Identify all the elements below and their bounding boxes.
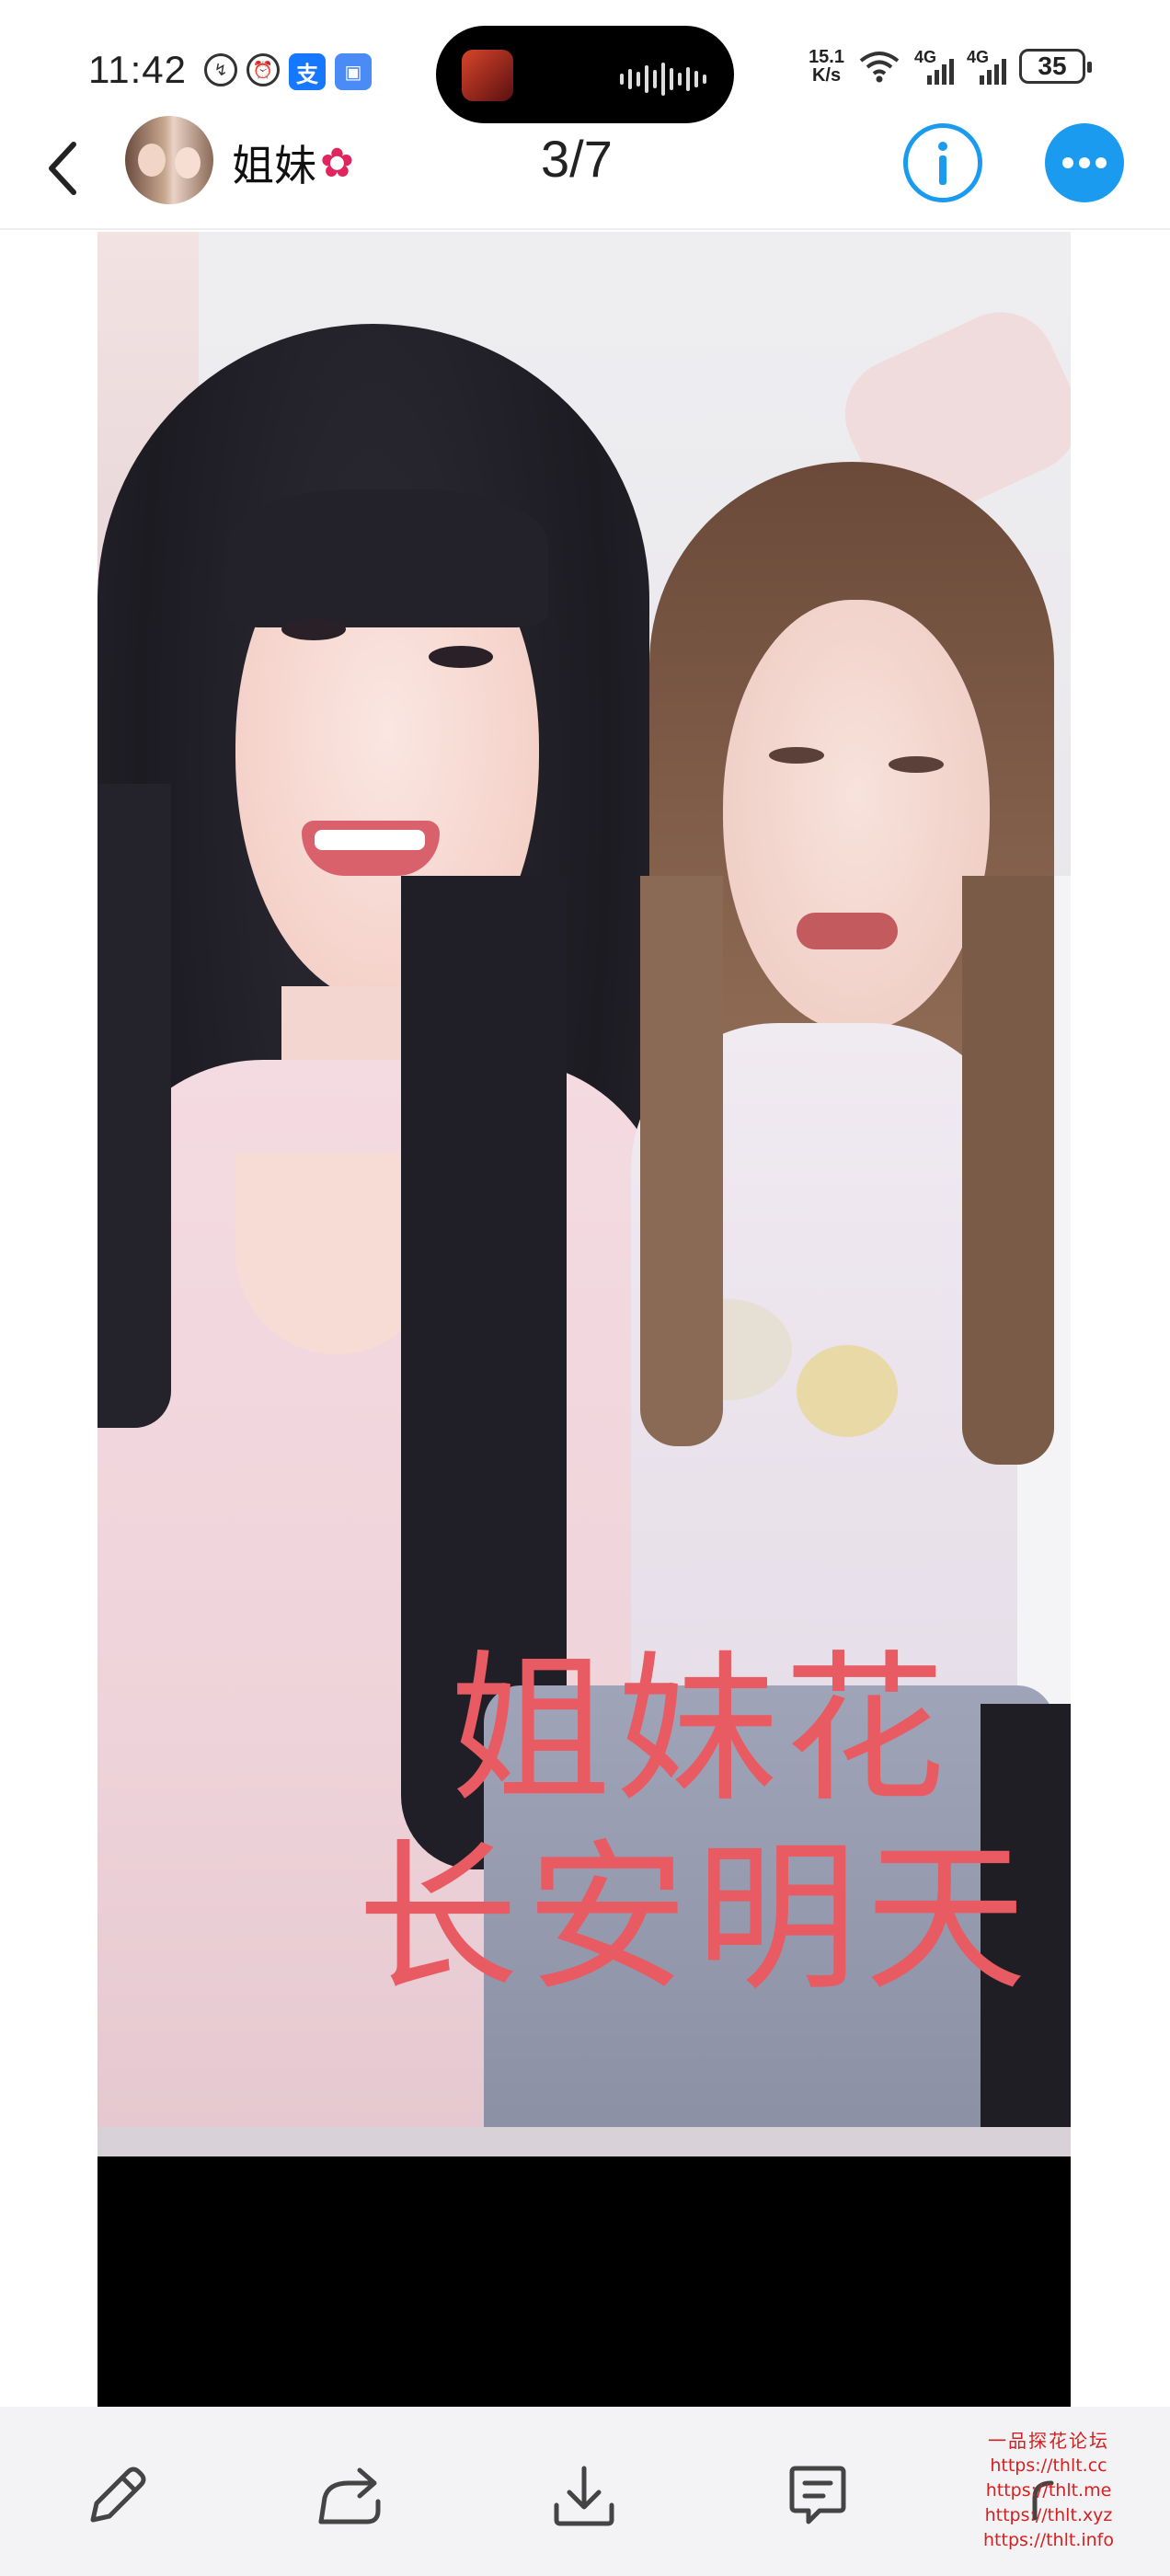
status-bar: 11:42 ↯ ⏰ 支 ▣ 15.1 K/s 4G 4G 35 — [0, 0, 1170, 123]
notification-icons: ↯ ⏰ 支 ▣ — [204, 53, 372, 90]
audio-waveform-icon — [620, 63, 706, 96]
net-speed: 15.1 K/s — [809, 48, 844, 85]
download-button[interactable] — [543, 2455, 625, 2537]
dynamic-island[interactable] — [436, 26, 734, 123]
battery-icon: 35 — [1019, 49, 1092, 84]
chat-title[interactable]: 姐妹 ✿ — [232, 132, 354, 193]
edit-icon — [90, 2467, 146, 2523]
alipay-icon: 支 — [289, 53, 326, 90]
share-button[interactable] — [309, 2455, 392, 2537]
back-button[interactable] — [35, 136, 90, 201]
viewed-photo[interactable]: 姐妹花 长安明天 — [98, 232, 1071, 2407]
watermark-url-3: https://thlt.xyz — [984, 2505, 1113, 2525]
watermark-title: 一品探花论坛 — [988, 2430, 1109, 2452]
hibiscus-emoji-icon: ✿ — [320, 140, 354, 186]
watermark-url-2: https://thlt.me — [985, 2480, 1112, 2501]
network-type-2: 4G — [967, 48, 990, 66]
chevron-left-icon — [49, 142, 76, 195]
page-counter: 3/7 — [541, 130, 613, 188]
status-time: 11:42 — [88, 48, 187, 91]
more-options-button[interactable] — [1045, 123, 1124, 202]
watermark-url-1: https://thlt.cc — [990, 2455, 1107, 2476]
signal-strength-icon: 4G — [914, 48, 954, 85]
comment-icon — [789, 2466, 846, 2524]
network-type-1: 4G — [914, 48, 937, 66]
chat-name-text: 姐妹 — [232, 142, 316, 190]
avatar[interactable] — [125, 116, 213, 204]
edit-button[interactable] — [75, 2455, 158, 2537]
system-status: 15.1 K/s 4G 4G 35 — [809, 48, 1092, 85]
alarm-icon: ⏰ — [247, 53, 280, 86]
more-dots-icon — [1062, 157, 1107, 168]
data-saver-icon: ↯ — [204, 53, 237, 86]
forum-watermark: 一品探花论坛 https://thlt.cc https://thlt.me h… — [957, 2429, 1141, 2553]
download-icon — [554, 2466, 614, 2526]
battery-level: 35 — [1038, 52, 1067, 80]
share-icon — [318, 2467, 381, 2524]
watermark-url-4: https://thlt.info — [983, 2530, 1114, 2550]
overlay-caption-line-2: 长安明天 — [356, 1824, 1034, 2013]
signal-strength-icon-2: 4G — [967, 48, 1006, 85]
chat-header: 姐妹 ✿ 3/7 — [0, 110, 1170, 230]
wifi-icon — [857, 48, 901, 85]
photo-content: 姐妹花 长安明天 — [98, 232, 1071, 2156]
image-viewer[interactable]: 姐妹花 长安明天 — [0, 230, 1170, 2407]
info-icon — [938, 142, 947, 185]
comment-button[interactable] — [776, 2455, 859, 2537]
net-speed-value: 15.1 — [809, 47, 844, 67]
music-app-icon — [462, 50, 513, 101]
net-speed-unit: K/s — [811, 65, 842, 86]
app-notification-icon: ▣ — [335, 53, 372, 90]
info-button[interactable] — [903, 123, 982, 202]
